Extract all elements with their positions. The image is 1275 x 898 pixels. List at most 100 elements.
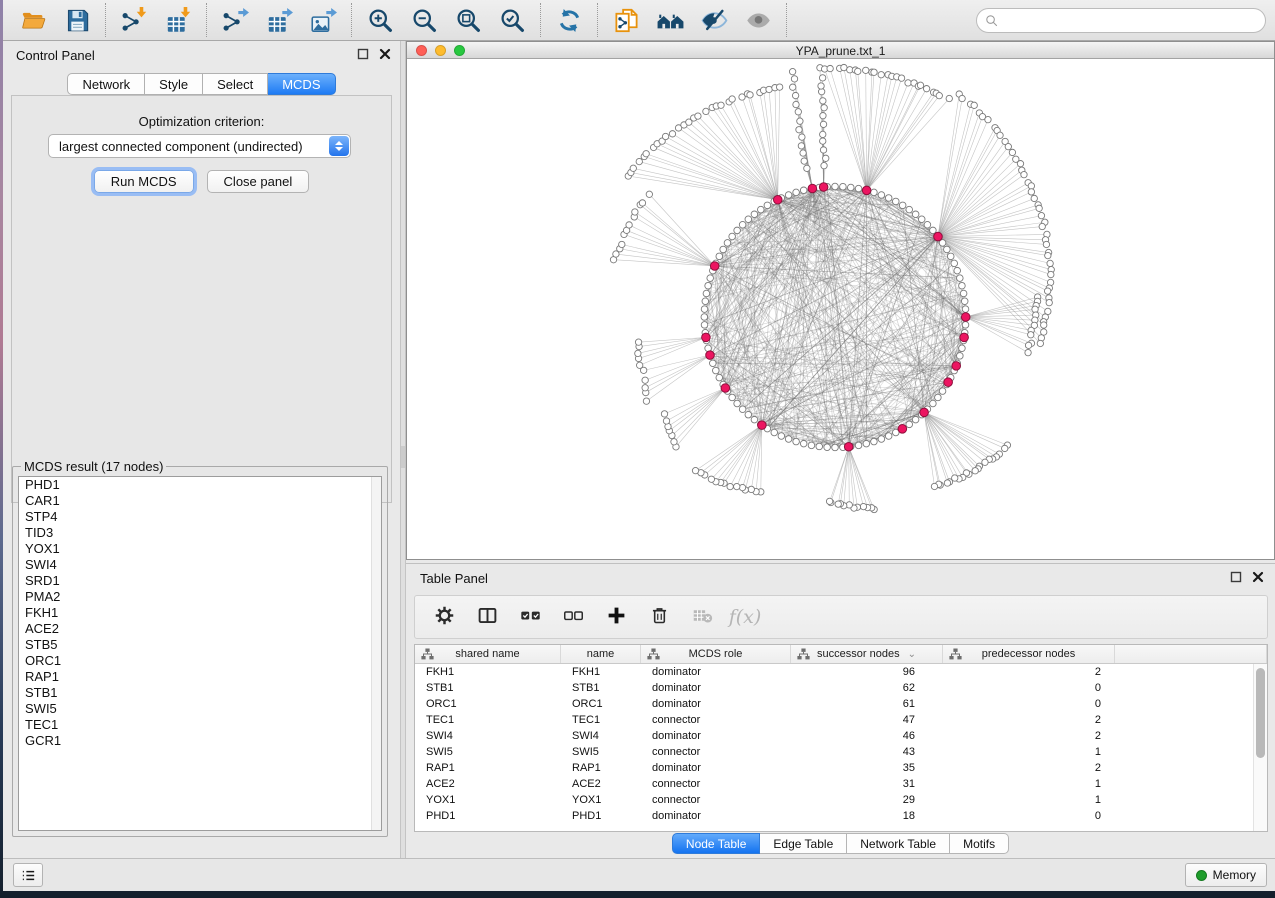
- zoom-in-button[interactable]: [358, 3, 402, 37]
- table-row[interactable]: SWI5SWI5connector431: [415, 744, 1267, 760]
- tab-network-table[interactable]: Network Table: [847, 833, 950, 854]
- export-network-button[interactable]: [213, 3, 257, 37]
- table-scrollbar[interactable]: [1253, 664, 1267, 831]
- table-row[interactable]: TEC1TEC1connector472: [415, 712, 1267, 728]
- mcds-result-item[interactable]: SWI5: [19, 701, 381, 717]
- cell-predecessor-nodes: 2: [943, 712, 1115, 728]
- zoom-selected-button[interactable]: [490, 3, 534, 37]
- search-input[interactable]: [976, 8, 1266, 33]
- tab-style[interactable]: Style: [145, 73, 203, 95]
- zoom-out-button[interactable]: [402, 3, 446, 37]
- zoom-fit-button[interactable]: [446, 3, 490, 37]
- column-header-MCDS-role[interactable]: MCDS role: [641, 645, 791, 663]
- optimization-criterion-select[interactable]: largest connected component (undirected): [48, 134, 351, 158]
- mcds-result-legend: MCDS result (17 nodes): [21, 459, 166, 474]
- table-row[interactable]: PHD1PHD1dominator180: [415, 808, 1267, 824]
- shared-column-tree-icon: [647, 648, 660, 660]
- cell-predecessor-nodes: 2: [943, 664, 1115, 680]
- mcds-result-item[interactable]: ACE2: [19, 621, 381, 637]
- table-row[interactable]: RAP1RAP1dominator352: [415, 760, 1267, 776]
- table-row[interactable]: ORC1ORC1dominator610: [415, 696, 1267, 712]
- tab-select[interactable]: Select: [203, 73, 268, 95]
- table-row[interactable]: SWI4SWI4dominator462: [415, 728, 1267, 744]
- cell-shared-name: PHD1: [415, 808, 561, 824]
- toolbar-group: [352, 3, 541, 37]
- network-canvas[interactable]: [407, 60, 1274, 559]
- table-tabs: Node TableEdge TableNetwork TableMotifs: [406, 833, 1275, 854]
- table-row[interactable]: FKH1FKH1dominator962: [415, 664, 1267, 680]
- run-mcds-button[interactable]: Run MCDS: [94, 170, 194, 193]
- memory-button[interactable]: Memory: [1185, 863, 1267, 887]
- import-table-button[interactable]: [156, 3, 200, 37]
- tab-edge-table[interactable]: Edge Table: [760, 833, 847, 854]
- cell-predecessor-nodes: 1: [943, 744, 1115, 760]
- column-header-successor-nodes[interactable]: successor nodes⌄: [791, 645, 943, 663]
- table-panel-float-button[interactable]: [1229, 571, 1243, 585]
- tab-node-table[interactable]: Node Table: [672, 833, 761, 854]
- hide-selected-button[interactable]: [692, 3, 736, 37]
- task-history-button[interactable]: [13, 863, 43, 887]
- right-area: YPA_prune.txt_1 Table Panel f(x) shared …: [406, 41, 1275, 858]
- close-panel-button[interactable]: Close panel: [207, 170, 310, 193]
- toolbar-group: [207, 3, 352, 37]
- export-image-button[interactable]: [301, 3, 345, 37]
- mcds-result-item[interactable]: STB1: [19, 685, 381, 701]
- open-file-button[interactable]: [11, 3, 55, 37]
- mcds-result-item[interactable]: RAP1: [19, 669, 381, 685]
- column-header-name[interactable]: name: [561, 645, 641, 663]
- tab-mcds[interactable]: MCDS: [268, 73, 335, 95]
- cell-shared-name: ACE2: [415, 776, 561, 792]
- table-row[interactable]: YOX1YOX1connector291: [415, 792, 1267, 808]
- column-header-filler: [1115, 645, 1267, 663]
- mcds-result-item[interactable]: GCR1: [19, 733, 381, 749]
- node-table: shared name name MCDS rolesuccessor nodes⌄…: [414, 644, 1268, 832]
- mcds-result-list[interactable]: PHD1CAR1STP4TID3YOX1SWI4SRD1PMA2FKH1ACE2…: [18, 476, 382, 831]
- list-icon: [20, 867, 37, 884]
- select-all-checks-button[interactable]: [517, 604, 543, 630]
- mcds-result-item[interactable]: FKH1: [19, 605, 381, 621]
- mcds-result-item[interactable]: ORC1: [19, 653, 381, 669]
- import-network-button[interactable]: [112, 3, 156, 37]
- table-panel-close-button[interactable]: [1251, 571, 1265, 585]
- refresh-view-button[interactable]: [547, 3, 591, 37]
- mcds-result-item[interactable]: STB5: [19, 637, 381, 653]
- table-row[interactable]: ACE2ACE2connector311: [415, 776, 1267, 792]
- table-scrollbar-thumb[interactable]: [1256, 668, 1265, 758]
- control-panel-float-button[interactable]: [356, 48, 370, 62]
- table-row[interactable]: STB1STB1dominator620: [415, 680, 1267, 696]
- mcds-result-item[interactable]: TID3: [19, 525, 381, 541]
- mcds-result-item[interactable]: PMA2: [19, 589, 381, 605]
- column-header-predecessor-nodes[interactable]: predecessor nodes: [943, 645, 1115, 663]
- mcds-list-scrollbar[interactable]: [371, 477, 381, 830]
- control-panel-title: Control Panel: [16, 48, 95, 63]
- toolbar-group: [541, 3, 598, 37]
- column-label: name: [587, 648, 615, 660]
- mcds-result-item[interactable]: SRD1: [19, 573, 381, 589]
- tab-network[interactable]: Network: [67, 73, 145, 95]
- column-header-shared-name[interactable]: shared name: [415, 645, 561, 663]
- mcds-result-item[interactable]: STP4: [19, 509, 381, 525]
- table-panel-title: Table Panel: [420, 571, 488, 586]
- mcds-result-item[interactable]: SWI4: [19, 557, 381, 573]
- clone-network-button[interactable]: [604, 3, 648, 37]
- delete-selected-trash-button[interactable]: [646, 604, 672, 630]
- tab-motifs[interactable]: Motifs: [950, 833, 1009, 854]
- first-neighbors-button[interactable]: [648, 3, 692, 37]
- mcds-result-item[interactable]: YOX1: [19, 541, 381, 557]
- deselect-all-checks-icon: [563, 605, 584, 629]
- mcds-result-item[interactable]: PHD1: [19, 477, 381, 493]
- new-column-plus-button[interactable]: [603, 604, 629, 630]
- save-session-button[interactable]: [55, 3, 99, 37]
- table-options-gear-button[interactable]: [431, 604, 457, 630]
- control-panel-close-button[interactable]: [378, 48, 392, 62]
- deselect-all-checks-button[interactable]: [560, 604, 586, 630]
- zoom-in-icon: [367, 7, 394, 34]
- cell-MCDS-role: dominator: [641, 760, 791, 776]
- cell-MCDS-role: dominator: [641, 664, 791, 680]
- splitter-handle[interactable]: [401, 446, 405, 468]
- show-all-button[interactable]: [736, 3, 780, 37]
- export-table-button[interactable]: [257, 3, 301, 37]
- split-columns-button[interactable]: [474, 604, 500, 630]
- mcds-result-item[interactable]: CAR1: [19, 493, 381, 509]
- mcds-result-item[interactable]: TEC1: [19, 717, 381, 733]
